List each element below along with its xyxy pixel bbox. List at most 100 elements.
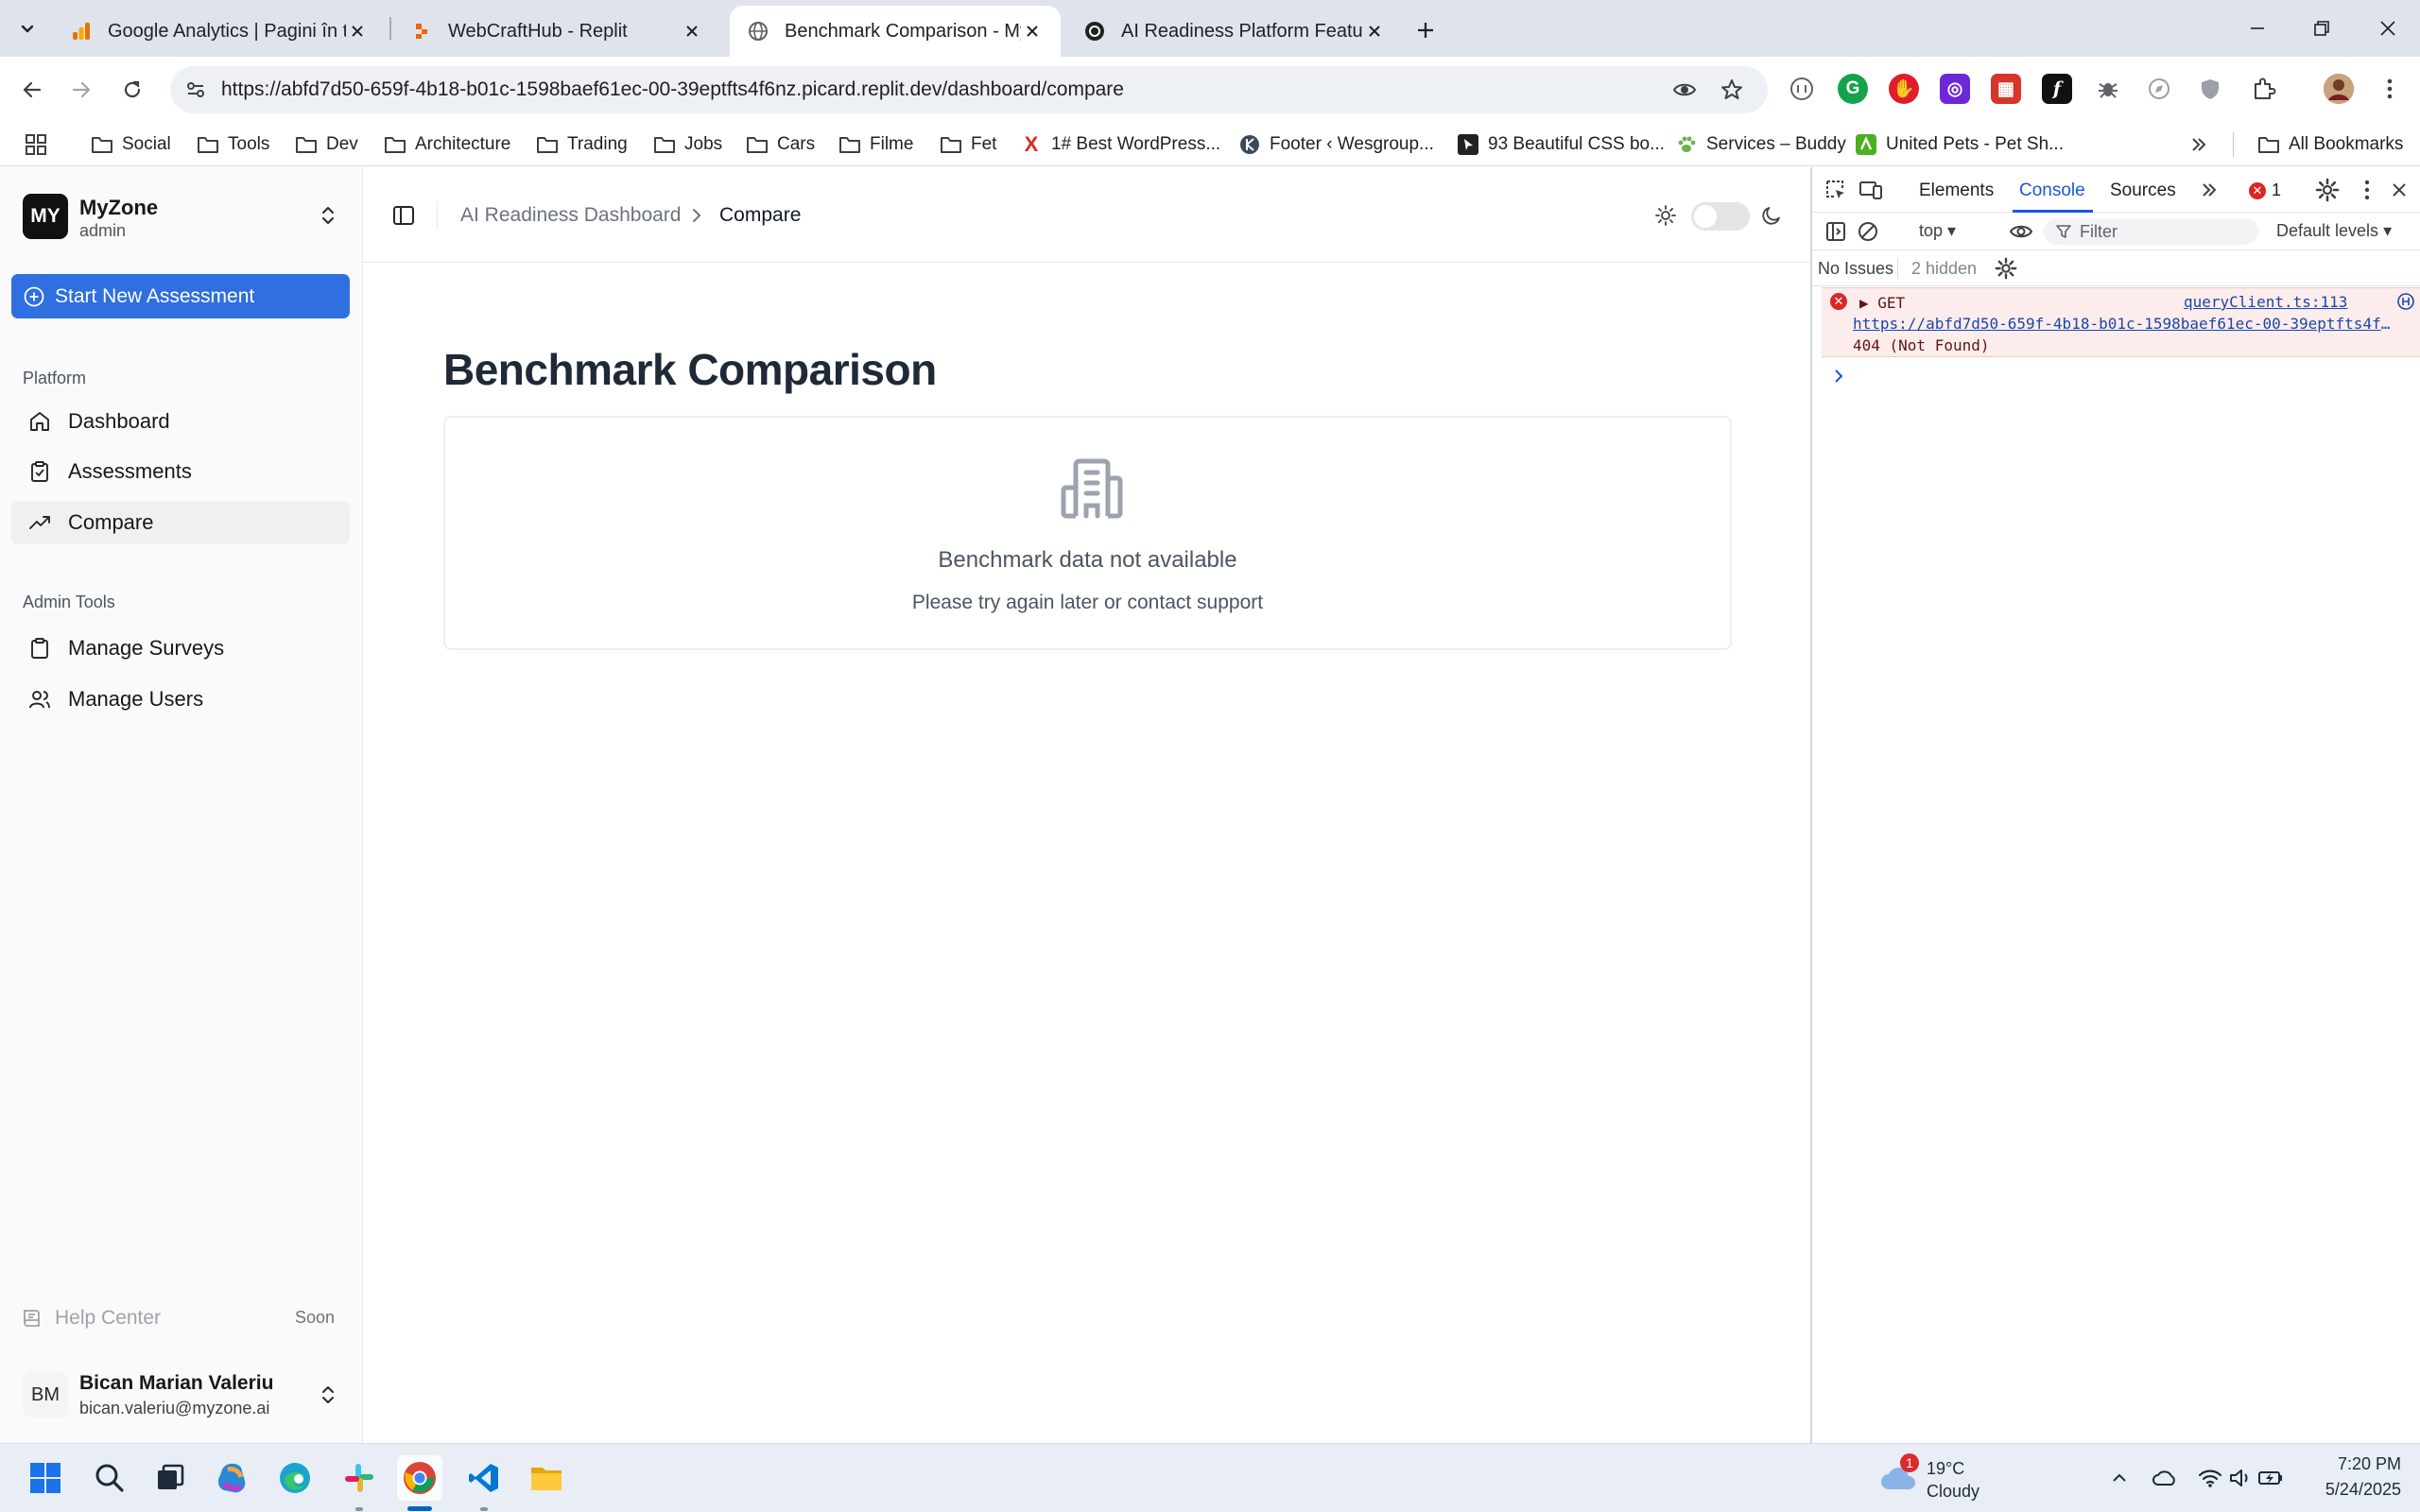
restore-button[interactable]: [2301, 9, 2342, 47]
close-window-button[interactable]: [2367, 9, 2409, 47]
close-icon[interactable]: [2385, 176, 2413, 204]
source-location-link[interactable]: queryClient.ts:113: [2184, 293, 2347, 311]
bookmark-star-icon[interactable]: [1718, 76, 1746, 104]
font-ninja-icon[interactable]: f: [2042, 74, 2072, 104]
puzzle-extensions-icon[interactable]: [2248, 74, 2278, 104]
gear-icon[interactable]: [1992, 254, 2020, 283]
console-filter-input[interactable]: Filter: [2044, 218, 2258, 245]
context-selector[interactable]: top ▾: [1919, 221, 1956, 241]
user-menu[interactable]: BM Bican Marian Valeriu bican.valeriu@my…: [23, 1368, 352, 1421]
nav-manage-users[interactable]: Manage Users: [11, 678, 350, 721]
nav-assessments[interactable]: Assessments: [11, 450, 350, 493]
theme-toggle[interactable]: [1691, 202, 1750, 231]
close-icon[interactable]: [1021, 20, 1044, 43]
eye-icon[interactable]: [2007, 217, 2035, 246]
breadcrumb-parent[interactable]: AI Readiness Dashboard: [460, 204, 681, 227]
close-icon[interactable]: [346, 20, 369, 43]
console-prompt-icon[interactable]: [1831, 368, 1848, 385]
chrome-icon[interactable]: [397, 1455, 442, 1501]
devtools-tab-elements[interactable]: Elements: [1919, 180, 1994, 201]
org-switcher[interactable]: MY MyZone admin: [23, 192, 352, 245]
apps-icon[interactable]: [25, 130, 47, 159]
new-tab-button[interactable]: [1409, 13, 1443, 47]
bookmark-footer-wesgroup[interactable]: Footer ‹ Wesgroup...: [1238, 130, 1434, 159]
error-counter[interactable]: ✕ 1: [2249, 180, 2281, 200]
windows-start-icon[interactable]: [23, 1455, 68, 1501]
bookmark-jobs[interactable]: Jobs: [653, 130, 722, 159]
request-url-link[interactable]: https://abfd7d50-659f-4b18-b01c-1598baef…: [1853, 315, 2392, 333]
issues-count[interactable]: No Issues: [1818, 259, 1893, 279]
bookmark-tools[interactable]: Tools: [197, 130, 269, 159]
sidebar-panel-icon[interactable]: [1822, 217, 1850, 246]
slack-icon[interactable]: [337, 1455, 382, 1501]
browser-menu-icon[interactable]: [2375, 74, 2405, 104]
bookmark-trading[interactable]: Trading: [536, 130, 628, 159]
color-picker-icon[interactable]: ◎: [1940, 74, 1970, 104]
minimize-button[interactable]: [2237, 9, 2278, 47]
bookmark-filme[interactable]: Filme: [838, 130, 913, 159]
volume-icon[interactable]: [2227, 1465, 2254, 1491]
battery-icon[interactable]: [2257, 1465, 2284, 1491]
device-toolbar-icon[interactable]: [1857, 176, 1885, 204]
reload-button[interactable]: [113, 71, 151, 109]
bookmark-social[interactable]: Social: [91, 130, 171, 159]
clear-console-icon[interactable]: [1854, 217, 1882, 246]
edge-icon[interactable]: [272, 1455, 318, 1501]
bookmark-dev[interactable]: Dev: [295, 130, 358, 159]
nav-dashboard[interactable]: Dashboard: [11, 400, 350, 443]
bookmark-fet[interactable]: Fet: [940, 130, 996, 159]
bookmark-cars[interactable]: Cars: [746, 130, 815, 159]
devtools-tab-console[interactable]: Console: [2019, 180, 2085, 201]
console-error-message[interactable]: ✕ ▶ GET queryClient.ts:113 https://abfd7…: [1822, 287, 2420, 357]
compass-icon[interactable]: [2144, 74, 2174, 104]
tab-google-analytics[interactable]: Google Analytics | Pagini în timp: [53, 6, 386, 57]
bookmark-united-pets[interactable]: United Pets - Pet Sh...: [1855, 130, 2064, 159]
weather-widget[interactable]: 1 19°C Cloudy: [1879, 1453, 1993, 1504]
chevron-up-icon[interactable]: [2106, 1465, 2133, 1491]
task-view-icon[interactable]: [147, 1455, 193, 1501]
inspect-element-icon[interactable]: [1822, 176, 1850, 204]
kebab-menu-icon[interactable]: [2353, 176, 2381, 204]
adblock-icon[interactable]: ✋: [1889, 74, 1919, 104]
shield-icon[interactable]: [2195, 74, 2225, 104]
request-method[interactable]: ▶ GET: [1859, 294, 1905, 312]
back-button[interactable]: [13, 71, 51, 109]
more-bookmarks-button[interactable]: [2189, 130, 2208, 159]
copilot-icon[interactable]: [210, 1455, 255, 1501]
tab-ai-readiness-features[interactable]: AI Readiness Platform Features: [1066, 6, 1403, 57]
bug-icon[interactable]: [2093, 74, 2123, 104]
close-icon[interactable]: [681, 20, 703, 43]
network-request-icon[interactable]: [2396, 292, 2415, 311]
bookmark-architecture[interactable]: Architecture: [384, 130, 510, 159]
bookmark-css-borders[interactable]: 93 Beautiful CSS bo...: [1457, 130, 1665, 159]
help-center-item[interactable]: Help Center Soon: [11, 1297, 350, 1339]
onedrive-icon[interactable]: [2152, 1465, 2178, 1491]
address-bar[interactable]: https://abfd7d50-659f-4b18-b01c-1598baef…: [170, 66, 1768, 113]
wifi-icon[interactable]: [2197, 1465, 2223, 1491]
vscode-icon[interactable]: [461, 1455, 507, 1501]
search-icon[interactable]: [87, 1455, 132, 1501]
site-info-icon[interactable]: [182, 76, 210, 104]
tab-search-button[interactable]: [9, 11, 45, 45]
devtools-tab-sources[interactable]: Sources: [2110, 180, 2176, 201]
extension-icon[interactable]: [1787, 74, 1817, 104]
bookmark-services-buddy[interactable]: Services – Buddy: [1675, 130, 1846, 159]
sidebar-toggle-icon[interactable]: [391, 203, 416, 228]
more-tabs-icon[interactable]: [2195, 176, 2223, 204]
all-bookmarks-button[interactable]: All Bookmarks: [2257, 130, 2403, 159]
eye-icon[interactable]: [1670, 76, 1699, 104]
forward-button[interactable]: [62, 71, 100, 109]
system-clock[interactable]: 7:20 PM 5/24/2025: [2297, 1452, 2401, 1503]
gear-icon[interactable]: [2313, 176, 2342, 204]
nav-manage-surveys[interactable]: Manage Surveys: [11, 627, 350, 670]
profile-avatar-icon[interactable]: [2324, 74, 2354, 104]
screenshot-icon[interactable]: ▦: [1991, 74, 2021, 104]
grammarly-icon[interactable]: G: [1838, 74, 1868, 104]
tab-benchmark-comparison[interactable]: Benchmark Comparison - MyZone: [730, 6, 1061, 57]
start-new-assessment-button[interactable]: Start New Assessment: [11, 274, 350, 318]
file-explorer-icon[interactable]: [524, 1455, 569, 1501]
close-icon[interactable]: [1363, 20, 1386, 43]
bookmark-best-wordpress[interactable]: X 1# Best WordPress...: [1020, 130, 1221, 159]
nav-compare[interactable]: Compare: [11, 501, 350, 544]
log-levels-dropdown[interactable]: Default levels ▾: [2276, 221, 2392, 241]
